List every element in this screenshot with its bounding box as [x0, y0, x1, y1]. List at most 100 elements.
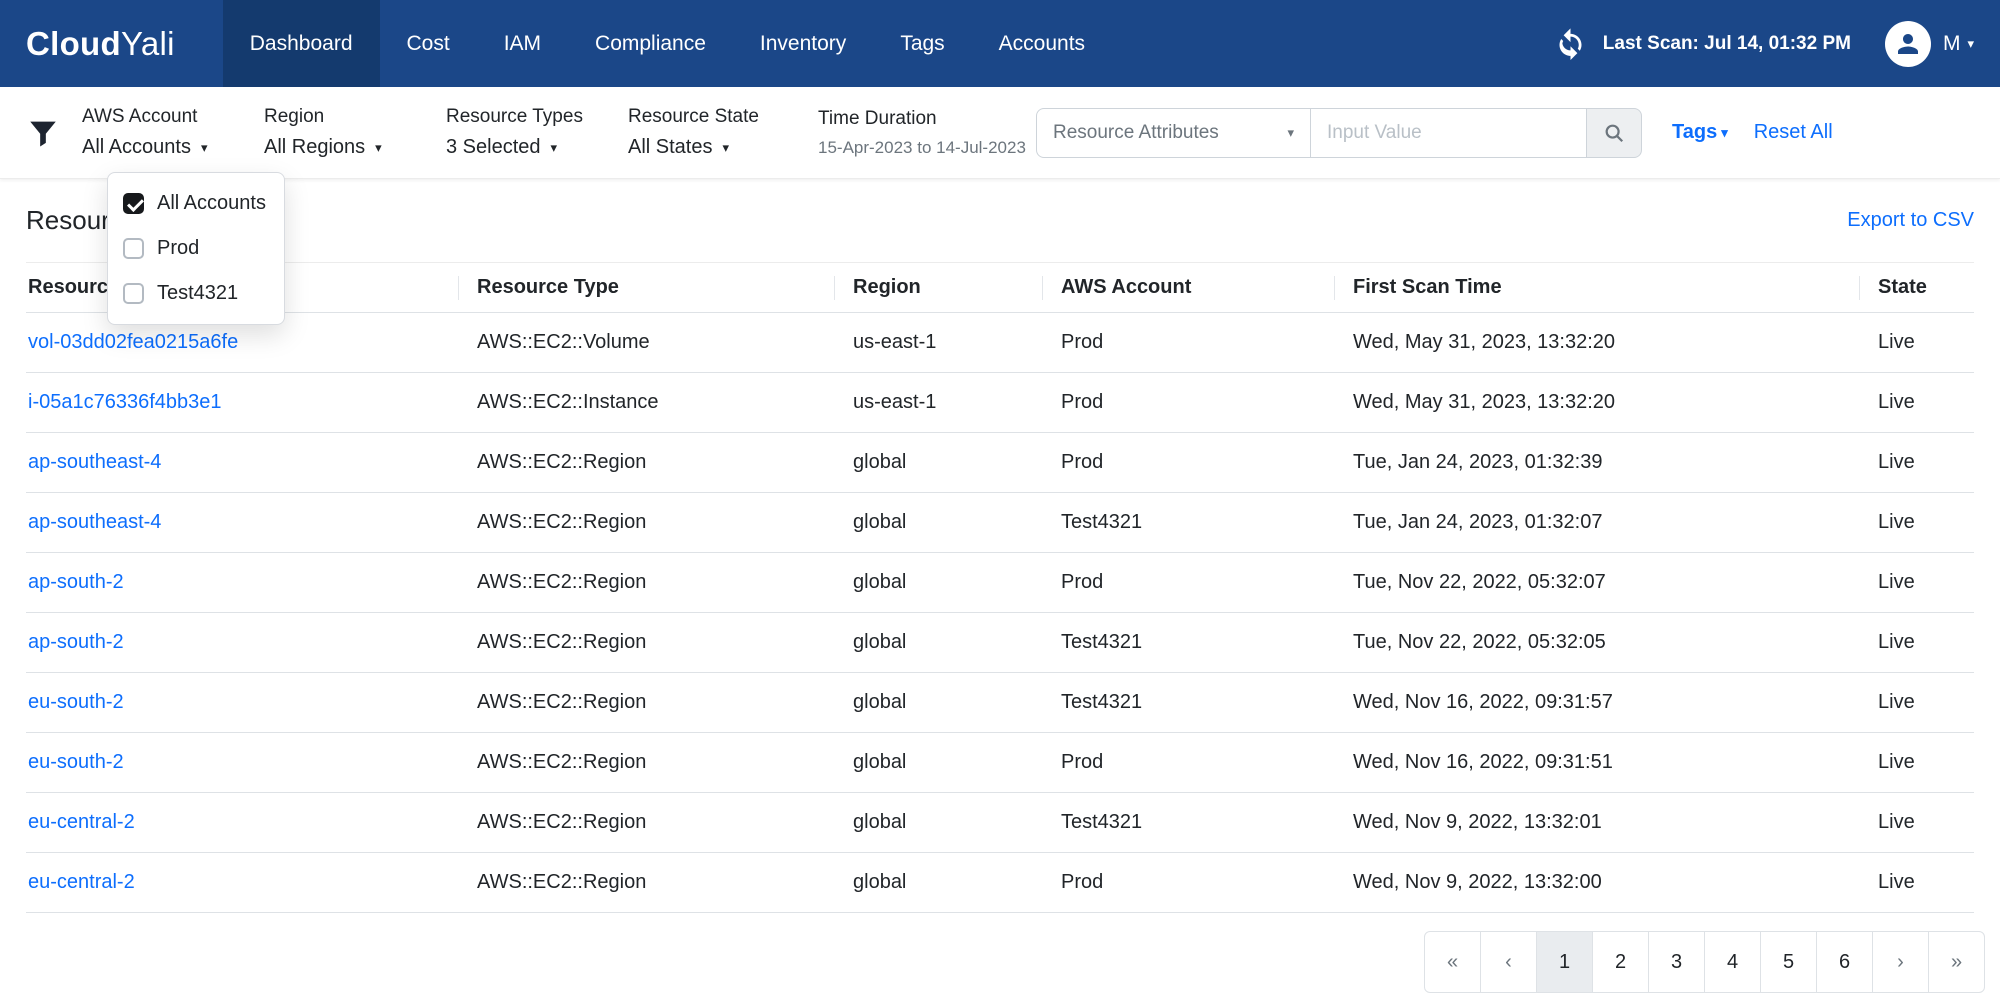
table-row: i-05a1c76336f4bb3e1 AWS::EC2::Instance u…	[26, 373, 1974, 433]
checkbox-checked-icon[interactable]	[123, 193, 144, 214]
cell-state: Live	[1860, 733, 1974, 793]
cell-state: Live	[1860, 433, 1974, 493]
resource-attributes-select[interactable]: Resource Attributes ▾	[1036, 108, 1311, 158]
search-button[interactable]	[1586, 108, 1642, 158]
resource-link[interactable]: vol-03dd02fea0215a6fe	[28, 331, 238, 353]
nav-item-compliance[interactable]: Compliance	[568, 0, 733, 87]
nav-item-cost[interactable]: Cost	[380, 0, 477, 87]
nav-link-inventory[interactable]: Inventory	[733, 0, 873, 87]
funnel-icon	[26, 116, 60, 150]
nav-link-dashboard[interactable]: Dashboard	[223, 0, 380, 87]
page-button-2[interactable]: 2	[1592, 931, 1649, 993]
account-option-test4321[interactable]: Test4321	[108, 271, 284, 316]
table-row: eu-south-2 AWS::EC2::Region global Test4…	[26, 673, 1974, 733]
cell-resource-type: AWS::EC2::Region	[459, 553, 835, 613]
table-header-row: Resource Id Resource Type Region AWS Acc…	[26, 263, 1974, 313]
user-menu[interactable]: M ▾	[1943, 32, 1974, 56]
account-option-all-accounts[interactable]: All Accounts	[108, 181, 284, 226]
cell-resource-id: ap-south-2	[26, 613, 459, 673]
filter-region-label: Region	[264, 106, 446, 128]
page-last-button[interactable]: »	[1928, 931, 1985, 993]
resource-link[interactable]: ap-south-2	[28, 631, 124, 653]
table-row: ap-southeast-4 AWS::EC2::Region global P…	[26, 433, 1974, 493]
table-row: ap-southeast-4 AWS::EC2::Region global T…	[26, 493, 1974, 553]
resource-link[interactable]: ap-southeast-4	[28, 511, 161, 533]
cell-first-scan-time: Wed, Nov 16, 2022, 09:31:51	[1335, 733, 1860, 793]
filter-resource-state-value[interactable]: All States ▾	[628, 136, 818, 159]
nav-item-dashboard[interactable]: Dashboard	[223, 0, 380, 87]
cell-state: Live	[1860, 553, 1974, 613]
nav-item-inventory[interactable]: Inventory	[733, 0, 873, 87]
nav-link-iam[interactable]: IAM	[477, 0, 568, 87]
table-row: eu-central-2 AWS::EC2::Region global Tes…	[26, 793, 1974, 853]
page-button-1[interactable]: 1	[1536, 931, 1593, 993]
cell-region: us-east-1	[835, 373, 1043, 433]
cell-region: global	[835, 793, 1043, 853]
page-first-button[interactable]: «	[1424, 931, 1481, 993]
reset-all-link[interactable]: Reset All	[1754, 121, 1833, 144]
resource-link[interactable]: ap-south-2	[28, 571, 124, 593]
cell-aws-account: Prod	[1043, 853, 1335, 913]
cell-resource-id: ap-southeast-4	[26, 433, 459, 493]
page-button-5[interactable]: 5	[1760, 931, 1817, 993]
resource-link[interactable]: ap-southeast-4	[28, 451, 161, 473]
export-csv-link[interactable]: Export to CSV	[1847, 209, 1974, 232]
cell-region: us-east-1	[835, 313, 1043, 373]
navbar-right: Last Scan: Jul 14, 01:32 PM M ▾	[1554, 0, 1974, 87]
chevron-down-icon: ▾	[1721, 126, 1728, 139]
checkbox-unchecked-icon[interactable]	[123, 238, 144, 259]
cell-state: Live	[1860, 673, 1974, 733]
avatar-person-icon	[1893, 29, 1923, 59]
page-button-6[interactable]: 6	[1816, 931, 1873, 993]
cell-region: global	[835, 433, 1043, 493]
cell-region: global	[835, 613, 1043, 673]
nav-item-iam[interactable]: IAM	[477, 0, 568, 87]
col-header-first-scan-time: First Scan Time	[1335, 263, 1860, 313]
filter-aws-account-value[interactable]: All Accounts ▾	[82, 136, 264, 159]
col-header-region: Region	[835, 263, 1043, 313]
cell-first-scan-time: Wed, May 31, 2023, 13:32:20	[1335, 313, 1860, 373]
cell-aws-account: Prod	[1043, 733, 1335, 793]
cell-aws-account: Prod	[1043, 553, 1335, 613]
filter-resource-state: Resource State All States ▾	[628, 106, 818, 159]
top-navbar: CloudYali Dashboard Cost IAM Compliance …	[0, 0, 2000, 87]
page-next-button[interactable]: ›	[1872, 931, 1929, 993]
table-row: ap-south-2 AWS::EC2::Region global Test4…	[26, 613, 1974, 673]
content-header: Resources Export to CSV	[26, 179, 1974, 262]
resource-link[interactable]: eu-central-2	[28, 871, 135, 893]
avatar[interactable]	[1885, 21, 1931, 67]
page-button-4[interactable]: 4	[1704, 931, 1761, 993]
resource-link[interactable]: eu-south-2	[28, 691, 124, 713]
page-button-3[interactable]: 3	[1648, 931, 1705, 993]
resource-link[interactable]: eu-central-2	[28, 811, 135, 833]
chevron-down-icon: ▾	[201, 141, 208, 154]
nav-link-tags[interactable]: Tags	[873, 0, 971, 87]
cell-aws-account: Prod	[1043, 433, 1335, 493]
cell-resource-type: AWS::EC2::Region	[459, 433, 835, 493]
brand-logo[interactable]: CloudYali	[26, 0, 175, 87]
nav-link-accounts[interactable]: Accounts	[972, 0, 1112, 87]
filter-time-duration-value[interactable]: 15-Apr-2023 to 14-Jul-2023	[818, 138, 1036, 158]
chevron-down-icon: ▾	[375, 141, 382, 154]
nav-link-cost[interactable]: Cost	[380, 0, 477, 87]
tags-filter-link[interactable]: Tags ▾	[1672, 121, 1728, 144]
nav-link-compliance[interactable]: Compliance	[568, 0, 733, 87]
cell-state: Live	[1860, 613, 1974, 673]
cell-first-scan-time: Wed, Nov 16, 2022, 09:31:57	[1335, 673, 1860, 733]
checkbox-unchecked-icon[interactable]	[123, 283, 144, 304]
chevron-down-icon: ▾	[1967, 37, 1974, 50]
attribute-value-input[interactable]	[1310, 108, 1587, 158]
cell-resource-type: AWS::EC2::Instance	[459, 373, 835, 433]
nav-item-tags[interactable]: Tags	[873, 0, 971, 87]
filter-aws-account-label: AWS Account	[82, 106, 264, 128]
filter-region-value[interactable]: All Regions ▾	[264, 136, 446, 159]
resources-table: Resource Id Resource Type Region AWS Acc…	[26, 262, 1974, 913]
sync-icon[interactable]	[1554, 27, 1587, 60]
filter-aws-account: AWS Account All Accounts ▾	[82, 106, 264, 159]
account-option-prod[interactable]: Prod	[108, 226, 284, 271]
page-prev-button[interactable]: ‹	[1480, 931, 1537, 993]
filter-resource-types-value[interactable]: 3 Selected ▾	[446, 136, 628, 159]
nav-item-accounts[interactable]: Accounts	[972, 0, 1112, 87]
resource-link[interactable]: i-05a1c76336f4bb3e1	[28, 391, 222, 413]
resource-link[interactable]: eu-south-2	[28, 751, 124, 773]
